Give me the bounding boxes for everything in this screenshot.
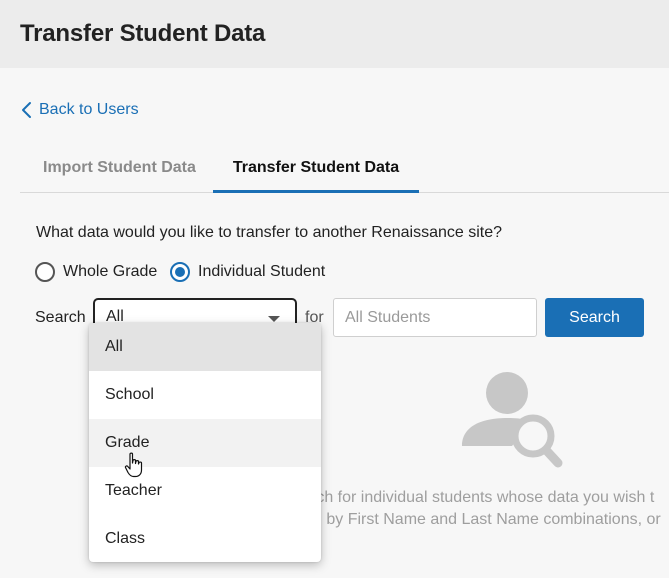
search-button[interactable]: Search <box>545 298 644 337</box>
radio-label-individual-student: Individual Student <box>198 263 326 280</box>
transfer-question: What data would you like to transfer to … <box>36 224 503 241</box>
chevron-left-icon <box>22 102 31 118</box>
dropdown-option-class[interactable]: Class <box>89 515 321 562</box>
user-search-icon <box>462 372 563 468</box>
search-filter-dropdown: All School Grade Teacher Class <box>89 323 321 562</box>
back-link-label: Back to Users <box>39 101 139 118</box>
hand-pointer-icon <box>124 452 143 478</box>
page-header: Transfer Student Data <box>0 0 669 68</box>
students-search-input[interactable] <box>333 298 537 337</box>
dropdown-option-all[interactable]: All <box>89 323 321 371</box>
page-title: Transfer Student Data <box>20 20 266 47</box>
radio-individual-student[interactable]: Individual Student <box>170 262 325 282</box>
empty-state-text-line-1: rch for individual students whose data y… <box>311 489 655 506</box>
dropdown-option-school[interactable]: School <box>89 371 321 419</box>
caret-down-icon <box>268 316 280 322</box>
radio-whole-grade[interactable]: Whole Grade <box>35 262 157 282</box>
tab-transfer-student-data[interactable]: Transfer Student Data <box>213 159 419 193</box>
radio-label-whole-grade: Whole Grade <box>63 263 158 280</box>
radio-button-individual-student[interactable] <box>170 262 190 282</box>
tab-import-student-data[interactable]: Import Student Data <box>43 159 196 177</box>
radio-button-whole-grade[interactable] <box>35 262 55 282</box>
back-to-users-link[interactable]: Back to Users <box>21 101 139 119</box>
empty-state-text-line-2: h by First Name and Last Name combinatio… <box>313 511 661 528</box>
search-label: Search <box>35 309 86 326</box>
tab-bar: Import Student Data Transfer Student Dat… <box>20 150 669 193</box>
